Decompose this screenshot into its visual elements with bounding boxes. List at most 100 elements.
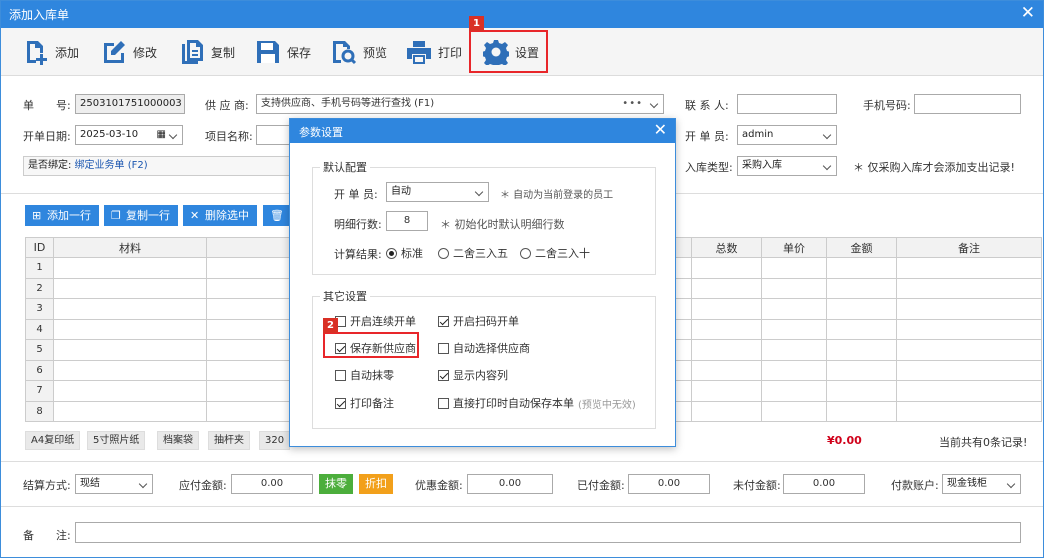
show-content-label: 显示内容列 xyxy=(453,369,508,382)
unpaid-label: 未付金额: xyxy=(733,479,781,492)
row-id: 2 xyxy=(25,277,54,299)
dialog-rows-label: 明细行数: xyxy=(334,218,382,231)
radio-icon xyxy=(520,247,531,259)
print-remark-label: 打印备注 xyxy=(350,397,394,410)
save-supplier-highlight xyxy=(323,332,419,358)
type-label: 入库类型: xyxy=(685,161,733,174)
direct-print-hint: (预览中无效) xyxy=(578,399,636,411)
show-content-checkbox[interactable]: 显示内容列 xyxy=(438,367,508,383)
account-label: 付款账户: xyxy=(891,479,939,492)
phone-label: 手机号码: xyxy=(863,99,911,112)
paper-clip-button[interactable]: 抽杆夹 xyxy=(208,431,250,450)
operator-label: 开 单 员: xyxy=(685,130,729,143)
add-row-icon: ⊞ xyxy=(32,209,42,222)
add-row-button[interactable]: ⊞ 添加一行 xyxy=(25,205,99,226)
checkbox-checked-icon xyxy=(438,369,449,381)
discount-field[interactable]: 0.00 xyxy=(467,474,553,494)
payable-label: 应付金额: xyxy=(179,479,227,492)
row-id: 6 xyxy=(25,359,54,381)
settings-dialog: 参数设置 ✕ 默认配置 开 单 员: 自动 ＊ 自动为当前登录的员工 明细行数:… xyxy=(289,118,676,447)
window-title: 添加入库单 xyxy=(9,8,70,22)
delete-selected-button[interactable]: ✕ 删除选中 xyxy=(183,205,257,226)
paid-field[interactable]: 0.00 xyxy=(628,474,710,494)
record-count: 当前共有0条记录! xyxy=(939,436,1028,449)
scan-checkbox[interactable]: 开启扫码开单 xyxy=(438,313,519,329)
col-amount: 金额 xyxy=(826,237,897,258)
paper-envelope-button[interactable]: 档案袋 xyxy=(157,431,199,450)
dialog-title-bar: 参数设置 ✕ xyxy=(290,119,675,143)
dialog-operator-hint: ＊ 自动为当前登录的员工 xyxy=(500,190,614,201)
order-no-field[interactable]: 2503101751000003 xyxy=(75,94,185,114)
calendar-icon[interactable]: ▦ xyxy=(157,126,166,144)
operator-select[interactable]: admin xyxy=(737,125,837,145)
radio-checked-icon xyxy=(386,247,397,259)
date-field[interactable]: 2025-03-10 ▦ xyxy=(75,125,183,145)
row-id: 3 xyxy=(25,298,54,320)
save-button[interactable]: 保存 xyxy=(255,37,311,67)
print-button[interactable]: 打印 xyxy=(406,37,462,67)
col-material: 材料 xyxy=(53,237,207,258)
dialog-close-icon[interactable]: ✕ xyxy=(654,120,667,139)
bind-field[interactable]: 是否绑定: 绑定业务单 (F2) xyxy=(23,156,291,176)
trash-button[interactable]: 🗑 xyxy=(263,205,291,226)
direct-print-checkbox[interactable]: 直接打印时自动保存本单 (预览中无效) xyxy=(438,395,636,411)
row-id: 5 xyxy=(25,339,54,361)
checkbox-checked-icon xyxy=(335,397,346,409)
contact-label: 联 系 人: xyxy=(685,99,729,112)
edit-button[interactable]: 修改 xyxy=(101,37,157,67)
contact-field[interactable] xyxy=(737,94,837,114)
supplier-input[interactable]: 支持供应商、手机号码等进行查找 (F1) ••• xyxy=(256,94,664,114)
remark-field[interactable] xyxy=(75,522,1021,543)
calc-standard-radio[interactable]: 标准 xyxy=(386,245,423,261)
unpaid-field[interactable]: 0.00 xyxy=(783,474,865,494)
calc-round5-radio[interactable]: 二舍三入五 xyxy=(438,245,508,261)
copy-button[interactable]: 复制 xyxy=(179,37,235,67)
add-button[interactable]: 添加 xyxy=(23,37,79,67)
paper-photo-button[interactable]: 5寸照片纸 xyxy=(87,431,146,450)
dialog-calc-label: 计算结果: xyxy=(334,248,382,261)
dialog-rows-field[interactable]: 8 xyxy=(386,211,428,231)
settings-highlight xyxy=(469,30,548,73)
date-label: 开单日期: xyxy=(23,130,71,143)
paper-320-button[interactable]: 320 xyxy=(259,431,291,450)
discount-button[interactable]: 折扣 xyxy=(359,474,393,494)
checkbox-checked-icon xyxy=(438,315,449,327)
auto-supplier-checkbox[interactable]: 自动选择供应商 xyxy=(438,340,530,356)
wipe-button[interactable]: 抹零 xyxy=(319,474,353,494)
step-1-badge: 1 xyxy=(469,16,484,31)
checkbox-icon xyxy=(438,342,449,354)
bind-link[interactable]: 绑定业务单 (F2) xyxy=(75,160,148,171)
calc-round10-radio[interactable]: 二舍三入十 xyxy=(520,245,590,261)
copy-row-label: 复制一行 xyxy=(126,209,170,222)
more-icon[interactable]: ••• xyxy=(622,95,643,113)
print-label: 打印 xyxy=(438,45,463,60)
copy-row-button[interactable]: ❐ 复制一行 xyxy=(104,205,178,226)
phone-field[interactable] xyxy=(914,94,1021,114)
checkbox-icon xyxy=(335,369,346,381)
type-select[interactable]: 采购入库 xyxy=(737,156,837,176)
total-amount: ¥0.00 xyxy=(827,434,862,447)
calc-standard-label: 标准 xyxy=(401,247,423,260)
dialog-title: 参数设置 xyxy=(299,126,343,139)
remark-label: 备 注: xyxy=(23,529,71,542)
continuous-checkbox[interactable]: 开启连续开单 xyxy=(335,313,416,329)
copy-row-icon: ❐ xyxy=(111,209,121,222)
payable-field[interactable]: 0.00 xyxy=(231,474,313,494)
other-group-title: 其它设置 xyxy=(320,288,370,304)
project-label: 项目名称: xyxy=(205,130,253,143)
calc-round10-label: 二舍三入十 xyxy=(535,247,590,260)
dialog-operator-label: 开 单 员: xyxy=(334,188,378,201)
method-select[interactable]: 现结 xyxy=(75,474,153,494)
print-remark-checkbox[interactable]: 打印备注 xyxy=(335,395,394,411)
preview-button[interactable]: 预览 xyxy=(331,37,387,67)
preview-label: 预览 xyxy=(363,45,388,60)
paper-a4-button[interactable]: A4复印纸 xyxy=(25,431,81,450)
default-group-title: 默认配置 xyxy=(320,159,370,175)
copy-icon xyxy=(182,40,203,64)
close-icon[interactable]: ✕ xyxy=(1021,3,1035,23)
paid-label: 已付金额: xyxy=(577,479,625,492)
account-select[interactable]: 现金钱柜 xyxy=(942,474,1021,494)
checkbox-icon xyxy=(438,397,449,409)
auto-round-checkbox[interactable]: 自动抹零 xyxy=(335,367,394,383)
dialog-operator-select[interactable]: 自动 xyxy=(386,182,489,202)
